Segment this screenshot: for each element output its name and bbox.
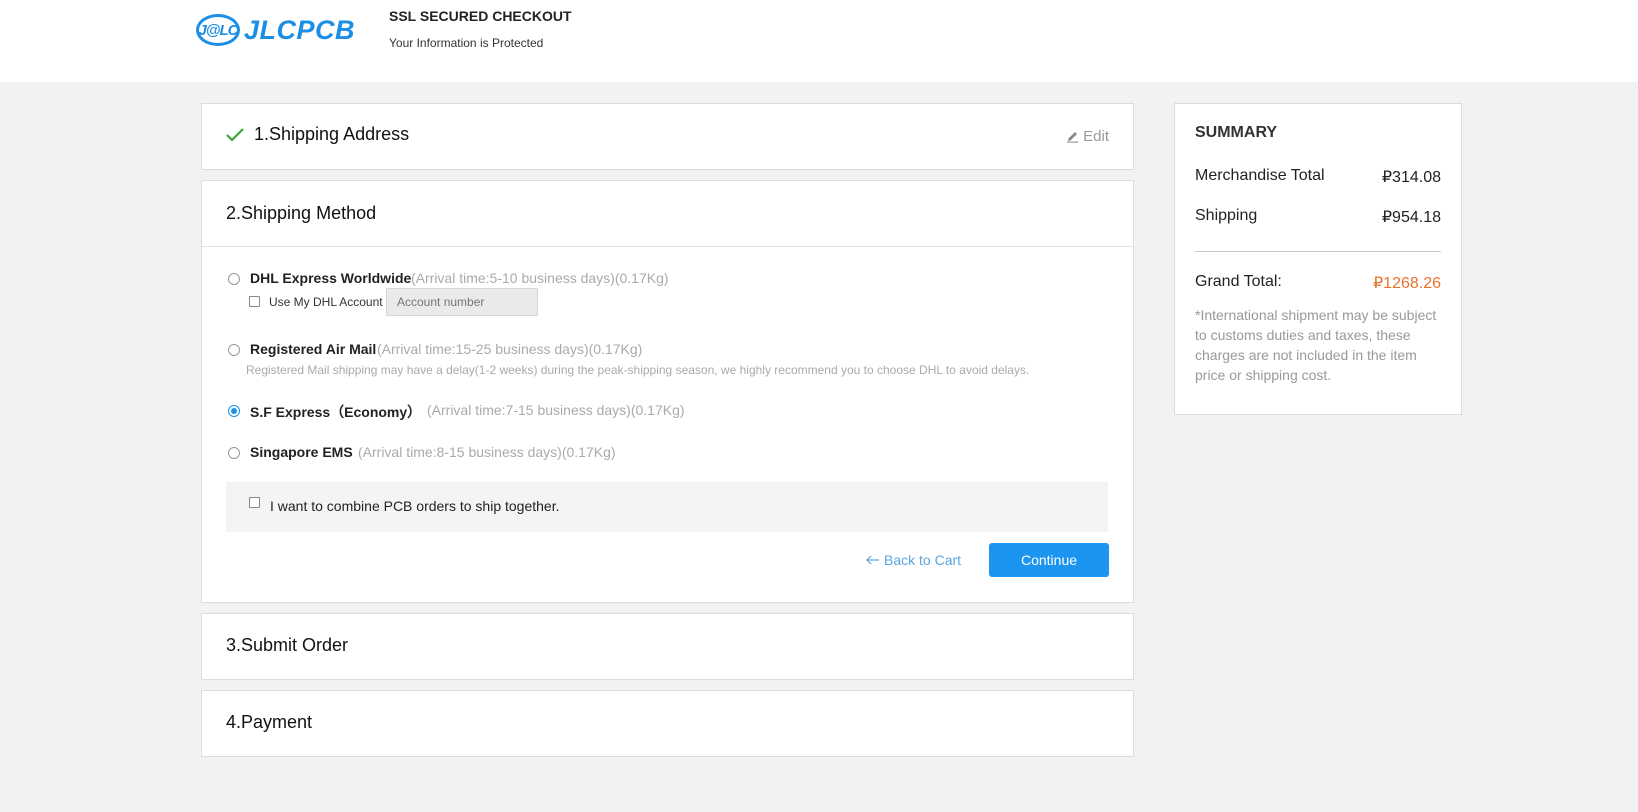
back-to-cart-label: Back to Cart bbox=[884, 552, 962, 568]
merchandise-total-label: Merchandise Total bbox=[1195, 167, 1325, 184]
step-title-payment: 4.Payment bbox=[226, 712, 313, 732]
shipping-address-section: 1.Shipping Address Edit bbox=[201, 103, 1134, 170]
combine-orders-checkbox[interactable] bbox=[249, 497, 260, 508]
summary-divider bbox=[1195, 251, 1441, 252]
edit-address-button[interactable]: Edit bbox=[1066, 128, 1109, 145]
jlcpcb-logo[interactable]: J@LC JLCPCB bbox=[196, 10, 355, 50]
radio-registered-air-mail[interactable] bbox=[228, 344, 240, 356]
shipping-method-section: 2.Shipping Method bbox=[201, 180, 1134, 603]
arrow-left-icon bbox=[866, 555, 879, 565]
option-arrival-dhl: (Arrival time:5-10 business days)(0.17Kg… bbox=[411, 270, 669, 286]
merchandise-total-value: ₽314.08 bbox=[1381, 169, 1441, 186]
option-arrival-sf-express: (Arrival time:7-15 business days)(0.17Kg… bbox=[427, 402, 685, 418]
radio-singapore-ems[interactable] bbox=[228, 447, 240, 459]
grand-total-value: ₽1268.26 bbox=[1372, 275, 1441, 292]
edit-label: Edit bbox=[1083, 128, 1109, 145]
logo-mark-icon: J@LC bbox=[196, 14, 240, 46]
back-to-cart-link[interactable]: Back to Cart bbox=[866, 552, 961, 568]
continue-button[interactable]: Continue bbox=[989, 543, 1109, 577]
ssl-title: SSL SECURED CHECKOUT bbox=[389, 8, 572, 24]
dhl-account-number-input[interactable] bbox=[386, 288, 538, 316]
top-bar: J@LC JLCPCB SSL SECURED CHECKOUT Your In… bbox=[0, 0, 1638, 82]
section-divider bbox=[202, 246, 1133, 247]
pencil-icon bbox=[1067, 132, 1079, 143]
option-name-singapore-ems: Singapore EMS bbox=[250, 444, 353, 460]
customs-duties-note: *International shipment may be subject t… bbox=[1195, 307, 1437, 383]
summary-title: SUMMARY bbox=[1195, 124, 1278, 141]
shipping-cost-label: Shipping bbox=[1195, 207, 1258, 224]
order-summary-panel: SUMMARY Merchandise Total ₽314.08 Shippi… bbox=[1174, 103, 1462, 415]
option-name-air-mail: Registered Air Mail bbox=[250, 341, 377, 357]
ssl-subtitle: Your Information is Protected bbox=[389, 36, 544, 50]
submit-order-section[interactable]: 3.Submit Order bbox=[201, 613, 1134, 680]
logo-text: JLCPCB bbox=[244, 14, 356, 45]
option-name-sf-express: S.F Express（Economy） bbox=[250, 404, 422, 420]
radio-sf-express[interactable] bbox=[228, 405, 240, 417]
payment-section[interactable]: 4.Payment bbox=[201, 690, 1134, 757]
grand-total-label: Grand Total: bbox=[1195, 273, 1282, 290]
radio-dhl-express[interactable] bbox=[228, 273, 240, 285]
dhl-account-label: Use My DHL Account bbox=[269, 295, 383, 309]
option-arrival-air-mail: (Arrival time:15-25 business days)(0.17K… bbox=[377, 341, 643, 357]
step-title-shipping-method: 2.Shipping Method bbox=[226, 203, 377, 223]
shipping-cost-value: ₽954.18 bbox=[1381, 209, 1441, 226]
combine-orders-label: I want to combine PCB orders to ship tog… bbox=[270, 498, 560, 514]
step-title-submit-order: 3.Submit Order bbox=[226, 635, 349, 655]
option-arrival-singapore-ems: (Arrival time:8-15 business days)(0.17Kg… bbox=[358, 444, 616, 460]
dhl-account-checkbox[interactable] bbox=[249, 296, 260, 307]
step-title-shipping-address: 1.Shipping Address bbox=[254, 124, 410, 144]
option-name-dhl: DHL Express Worldwide bbox=[250, 270, 412, 286]
air-mail-delay-note: Registered Mail shipping may have a dela… bbox=[246, 363, 1030, 377]
checkmark-icon bbox=[226, 128, 244, 142]
